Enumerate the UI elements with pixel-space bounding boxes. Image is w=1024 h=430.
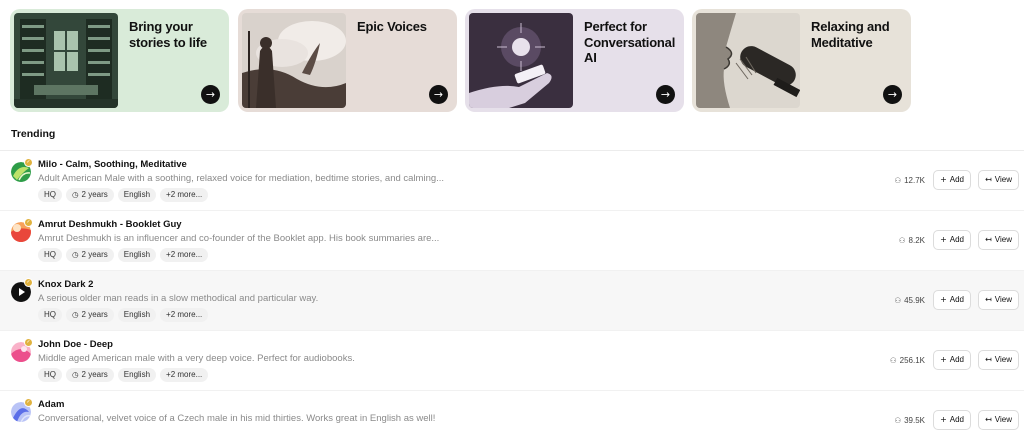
person-icon: ⚇	[894, 296, 902, 305]
arrow-right-icon[interactable]: →	[883, 85, 902, 104]
tag-language: English	[117, 308, 157, 322]
usage-count: ⚇ 45.9K	[894, 296, 925, 305]
view-icon: ↤	[985, 415, 992, 424]
usage-count: ⚇ 256.1K	[889, 356, 925, 365]
verified-badge-icon: ✓	[24, 218, 33, 227]
view-icon: ↤	[985, 295, 992, 304]
plus-icon: +	[940, 355, 947, 364]
voice-name: Amrut Deshmukh - Booklet Guy	[38, 219, 182, 230]
usage-count: ⚇ 8.2K	[898, 236, 925, 245]
add-button[interactable]: + Add	[933, 230, 971, 250]
add-button[interactable]: + Add	[933, 290, 971, 310]
view-button[interactable]: ↤ View	[978, 290, 1019, 310]
plus-icon: +	[940, 175, 947, 184]
usage-count: ⚇ 12.7K	[894, 176, 925, 185]
add-button[interactable]: + Add	[933, 410, 971, 430]
card-relaxing[interactable]: Relaxing and Meditative →	[692, 9, 911, 112]
voice-row[interactable]: ✓ John Doe - Deep Middle aged American m…	[0, 331, 1024, 391]
voice-name: Knox Dark 2	[38, 279, 94, 290]
person-icon: ⚇	[889, 356, 897, 365]
card-epic-voices[interactable]: Epic Voices →	[238, 9, 457, 112]
person-icon: ⚇	[894, 176, 902, 185]
tag-quality: HQ	[38, 368, 62, 382]
tag-quality: HQ	[38, 188, 62, 202]
voice-description: Conversational, velvet voice of a Czech …	[38, 413, 436, 424]
card-title: Bring your stories to life	[129, 19, 207, 50]
plus-icon: +	[940, 295, 947, 304]
voice-description: A serious older man reads in a slow meth…	[38, 293, 319, 304]
tag-language: English	[117, 188, 157, 202]
tag-quality: HQ	[38, 248, 62, 262]
card-title: Epic Voices	[357, 19, 427, 34]
card-conversational-ai[interactable]: Perfect for Conversational AI →	[465, 9, 684, 112]
verified-badge-icon: ✓	[24, 278, 33, 287]
tag-age: ◷ 2 years	[66, 188, 114, 202]
tag-age: ◷ 2 years	[66, 308, 114, 322]
tag-language: English	[117, 368, 157, 382]
tag-more[interactable]: +2 more...	[160, 248, 209, 262]
arrow-right-icon[interactable]: →	[429, 85, 448, 104]
card-stories[interactable]: Bring your stories to life →	[10, 9, 229, 112]
voice-name: Milo - Calm, Soothing, Meditative	[38, 159, 187, 170]
view-icon: ↤	[985, 355, 992, 364]
category-cards: Bring your stories to life → Epic Voices…	[10, 9, 1014, 112]
voice-tags: HQ ◷ 2 years English +2 more...	[38, 188, 209, 202]
tag-more[interactable]: +2 more...	[160, 368, 209, 382]
warrior-illustration	[242, 13, 346, 108]
verified-badge-icon: ✓	[24, 158, 33, 167]
tag-age: ◷ 2 years	[66, 248, 114, 262]
voice-description: Amrut Deshmukh is an influencer and co-f…	[38, 233, 440, 244]
voice-row[interactable]: ✓ Knox Dark 2 A serious older man reads …	[0, 271, 1024, 331]
voice-row[interactable]: ✓ Amrut Deshmukh - Booklet Guy Amrut Des…	[0, 211, 1024, 271]
person-icon: ⚇	[898, 236, 906, 245]
view-button[interactable]: ↤ View	[978, 170, 1019, 190]
voice-list: ✓ Milo - Calm, Soothing, Meditative Adul…	[0, 151, 1024, 430]
add-button[interactable]: + Add	[933, 350, 971, 370]
voice-tags: HQ ◷ 2 years English +2 more...	[38, 248, 209, 262]
tag-age: ◷ 2 years	[66, 368, 114, 382]
voice-name: John Doe - Deep	[38, 339, 113, 350]
tag-more[interactable]: +2 more...	[160, 308, 209, 322]
tag-quality: HQ	[38, 308, 62, 322]
clock-icon: ◷	[72, 370, 79, 379]
voice-row[interactable]: ✓ Adam Conversational, velvet voice of a…	[0, 391, 1024, 430]
voice-description: Adult American Male with a soothing, rel…	[38, 173, 445, 184]
view-button[interactable]: ↤ View	[978, 410, 1019, 430]
view-icon: ↤	[985, 175, 992, 184]
verified-badge-icon: ✓	[24, 398, 33, 407]
view-icon: ↤	[985, 235, 992, 244]
clock-icon: ◷	[72, 310, 79, 319]
clock-icon: ◷	[72, 250, 79, 259]
section-title: Trending	[11, 128, 56, 140]
voice-row[interactable]: ✓ Milo - Calm, Soothing, Meditative Adul…	[0, 151, 1024, 211]
voice-name: Adam	[38, 399, 65, 410]
voice-tags: HQ ◷ 2 years English +2 more...	[38, 368, 209, 382]
view-button[interactable]: ↤ View	[978, 350, 1019, 370]
tag-more[interactable]: +2 more...	[160, 188, 209, 202]
plus-icon: +	[940, 415, 947, 424]
clock-icon: ◷	[72, 190, 79, 199]
arrow-right-icon[interactable]: →	[656, 85, 675, 104]
library-illustration	[14, 13, 118, 108]
microphone-illustration	[696, 13, 800, 108]
verified-badge-icon: ✓	[24, 338, 33, 347]
view-button[interactable]: ↤ View	[978, 230, 1019, 250]
voice-tags: HQ ◷ 2 years English +2 more...	[38, 308, 209, 322]
arrow-right-icon[interactable]: →	[201, 85, 220, 104]
usage-count: ⚇ 39.5K	[894, 416, 925, 425]
plus-icon: +	[940, 235, 947, 244]
tag-language: English	[117, 248, 157, 262]
add-button[interactable]: + Add	[933, 170, 971, 190]
hand-phone-illustration	[469, 13, 573, 108]
person-icon: ⚇	[894, 416, 902, 425]
voice-description: Middle aged American male with a very de…	[38, 353, 355, 364]
card-title: Perfect for Conversational AI	[584, 19, 676, 65]
card-title: Relaxing and Meditative	[811, 19, 890, 50]
